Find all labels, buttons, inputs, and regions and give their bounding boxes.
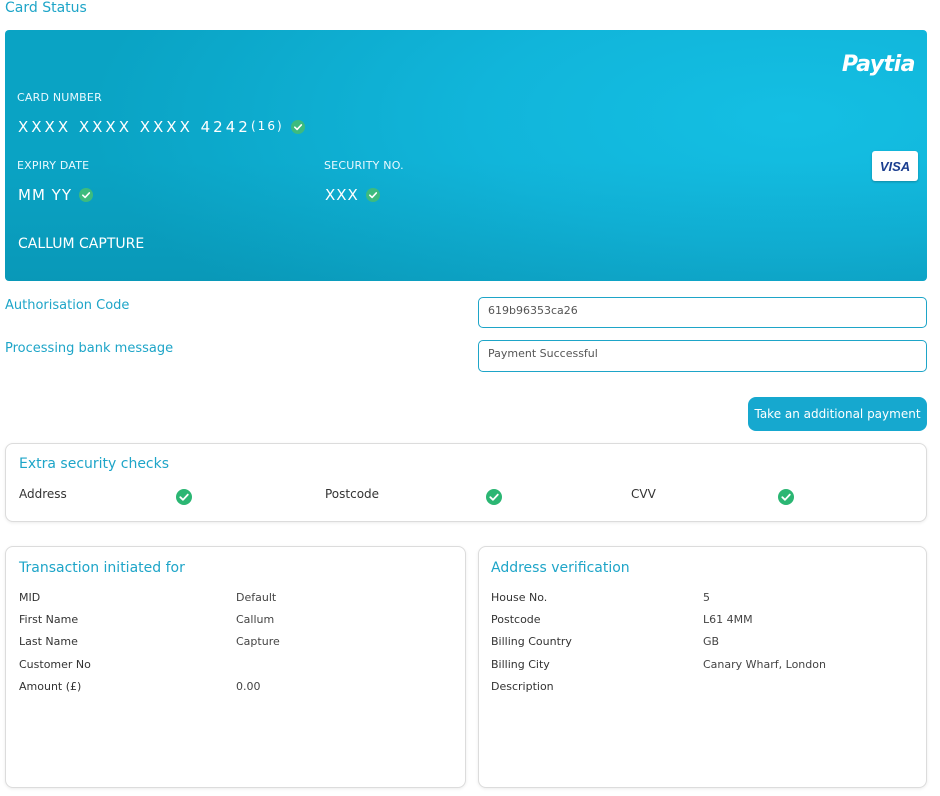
card-number-value: XXXX XXXX XXXX 4242 bbox=[18, 118, 251, 136]
cardholder-name: CALLUM CAPTURE bbox=[18, 236, 145, 252]
transaction-row-value: Callum bbox=[236, 613, 275, 626]
expiry-check-icon bbox=[79, 188, 93, 202]
transaction-row-label: Customer No bbox=[19, 658, 91, 671]
card-number-check-icon bbox=[291, 120, 305, 134]
address-row-label: House No. bbox=[491, 591, 548, 604]
auth-code-label: Authorisation Code bbox=[5, 298, 130, 313]
transaction-panel: Transaction initiated for MID Default Fi… bbox=[5, 546, 466, 788]
take-additional-payment-button[interactable]: Take an additional payment bbox=[748, 397, 927, 431]
transaction-row-label: MID bbox=[19, 591, 41, 604]
bank-message-label: Processing bank message bbox=[5, 341, 174, 356]
address-row-value: 5 bbox=[703, 591, 710, 604]
security-value: XXX bbox=[325, 186, 359, 204]
card-number-label: CARD NUMBER bbox=[17, 91, 102, 104]
security-label: SECURITY NO. bbox=[324, 159, 404, 172]
transaction-row-value: 0.00 bbox=[236, 680, 261, 693]
transaction-row-label: Last Name bbox=[19, 635, 78, 648]
security-check-postcode-label: Postcode bbox=[325, 487, 380, 501]
bank-message-field[interactable]: Payment Successful bbox=[478, 340, 927, 372]
transaction-row-value: Default bbox=[236, 591, 277, 604]
visa-logo: VISA bbox=[872, 151, 918, 181]
security-check-icon bbox=[366, 188, 380, 202]
page-title: Card Status bbox=[5, 0, 87, 16]
security-check-address-label: Address bbox=[19, 487, 67, 501]
card-shade bbox=[5, 161, 927, 281]
address-row-label: Postcode bbox=[491, 613, 541, 626]
address-row-value: Canary Wharf, London bbox=[703, 658, 826, 671]
transaction-title: Transaction initiated for bbox=[19, 560, 185, 576]
cvv-check-icon bbox=[778, 489, 794, 505]
address-row-label: Billing City bbox=[491, 658, 550, 671]
transaction-row-label: Amount (£) bbox=[19, 680, 82, 693]
expiry-value: MM YY bbox=[18, 186, 72, 204]
security-checks-title: Extra security checks bbox=[19, 456, 170, 472]
auth-code-field[interactable]: 619b96353ca26 bbox=[478, 297, 927, 328]
transaction-row-label: First Name bbox=[19, 613, 79, 626]
paytia-logo: Paytia bbox=[841, 52, 916, 77]
address-row-value: GB bbox=[703, 635, 720, 648]
postcode-check-icon bbox=[486, 489, 502, 505]
address-check-icon bbox=[176, 489, 192, 505]
address-row-value: L61 4MM bbox=[703, 613, 753, 626]
card-display: Paytia VISA CARD NUMBER XXXX XXXX XXXX 4… bbox=[5, 30, 927, 281]
address-row-label: Description bbox=[491, 680, 554, 693]
address-verification-title: Address verification bbox=[491, 560, 630, 576]
transaction-row-value: Capture bbox=[236, 635, 280, 648]
expiry-label: EXPIRY DATE bbox=[17, 159, 90, 172]
address-verification-panel: Address verification House No. 5 Postcod… bbox=[478, 546, 927, 788]
security-checks-panel: Extra security checks Address Postcode C… bbox=[5, 443, 927, 522]
security-check-cvv-label: CVV bbox=[631, 487, 656, 501]
card-number-length: (16) bbox=[251, 119, 284, 133]
address-row-label: Billing Country bbox=[491, 635, 572, 648]
